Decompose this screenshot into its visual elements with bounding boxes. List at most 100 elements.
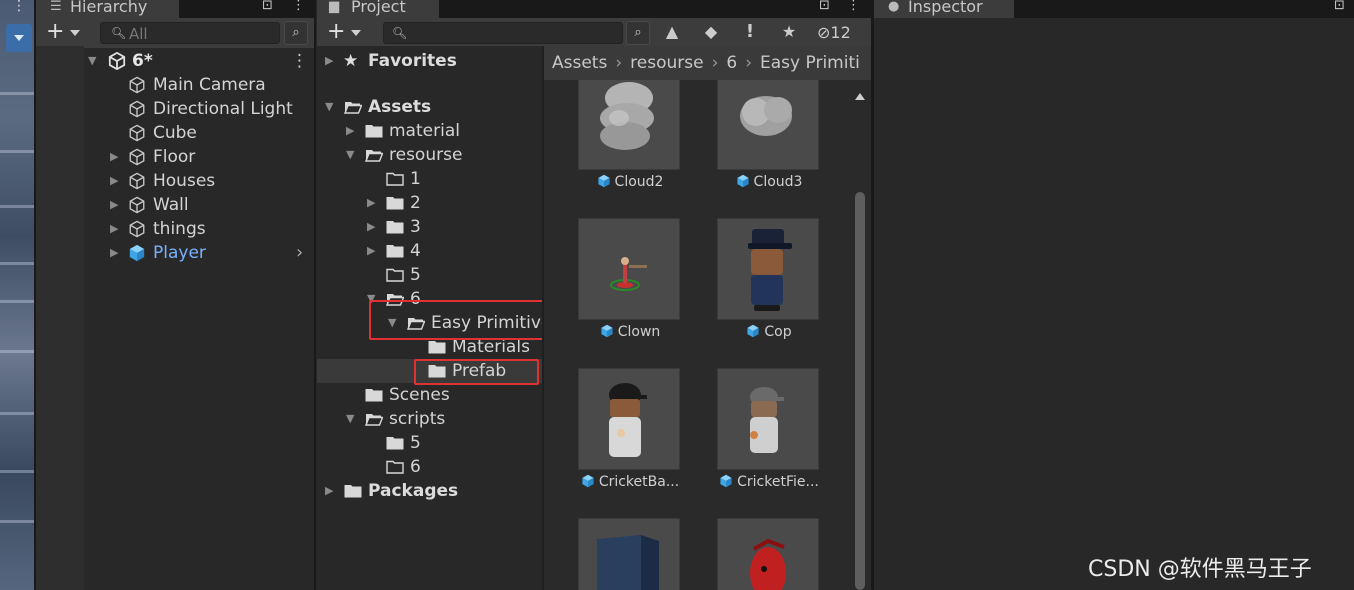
collapsed-triangle-icon[interactable]: ▶ xyxy=(110,217,118,241)
tree-item-scripts-5[interactable]: 5 xyxy=(317,431,542,455)
asset-tile-partial-1[interactable] xyxy=(568,518,688,590)
expanded-triangle-icon[interactable]: ▼ xyxy=(88,49,96,73)
project-scrollbar[interactable] xyxy=(852,80,868,590)
collapsed-triangle-icon[interactable]: ▶ xyxy=(110,241,118,265)
tree-item-favorites[interactable]: ▶ ★ Favorites xyxy=(317,49,542,73)
more-icon[interactable]: ⋮ xyxy=(292,0,305,12)
tree-item-resourse[interactable]: ▼ resourse xyxy=(317,143,542,167)
asset-tile-cop[interactable]: Cop xyxy=(707,218,827,358)
collapsed-triangle-icon[interactable]: ▶ xyxy=(325,479,333,503)
tag-icon[interactable]: ◆ xyxy=(699,21,723,45)
collapsed-triangle-icon[interactable]: ▶ xyxy=(367,239,375,263)
breadcrumb-item[interactable]: Assets xyxy=(552,53,607,73)
gameobject-cube-icon xyxy=(129,124,145,142)
asset-label: CricketFie... xyxy=(707,474,831,490)
add-icon[interactable]: + xyxy=(46,19,64,45)
tree-item-material[interactable]: ▶ material xyxy=(317,119,542,143)
asset-tile-partial-2[interactable] xyxy=(707,518,827,590)
hierarchy-item-things[interactable]: ▶ things xyxy=(36,217,314,241)
scroll-up-icon[interactable] xyxy=(855,88,865,100)
tree-item-label: material xyxy=(389,121,460,141)
search-scene-button[interactable]: ⌕ xyxy=(284,21,308,45)
star-icon[interactable]: ★ xyxy=(777,21,801,45)
lock-icon[interactable]: ⊡ xyxy=(1334,0,1345,12)
collapsed-triangle-icon[interactable]: ▶ xyxy=(110,145,118,169)
scrollbar-thumb[interactable] xyxy=(855,192,865,590)
chevron-down-icon[interactable] xyxy=(351,30,361,41)
breadcrumb-item[interactable]: 6 xyxy=(726,53,737,73)
hierarchy-item-floor[interactable]: ▶ Floor xyxy=(36,145,314,169)
tree-item-folder-1[interactable]: 1 xyxy=(317,167,542,191)
more-icon[interactable]: ⋮ xyxy=(847,0,860,12)
hierarchy-tab[interactable]: ☰ Hierarchy xyxy=(36,0,179,18)
more-icon[interactable]: ⋮ xyxy=(12,0,26,14)
project-panel: ▆ Project ⊡ ⋮ + 🔍︎ ⌕ ▲ ◆ ! ★ ⊘12 ▶ ★ Fav… xyxy=(317,0,871,590)
tree-item-label: Scenes xyxy=(389,385,450,405)
asset-thumbnail xyxy=(578,518,680,590)
asset-label: Cop xyxy=(707,324,831,340)
hidden-packages-toggle[interactable]: ⊘12 xyxy=(817,22,851,44)
filter-by-type-icon[interactable]: ▲ xyxy=(660,21,684,45)
asset-tile-cloud2[interactable]: Cloud2 xyxy=(568,80,688,210)
breadcrumb-item[interactable]: resourse xyxy=(630,53,703,73)
expanded-triangle-icon[interactable]: ▼ xyxy=(346,407,354,431)
asset-name: CricketFie... xyxy=(737,474,819,490)
hierarchy-item-label: Floor xyxy=(153,147,196,167)
add-icon[interactable]: + xyxy=(327,19,345,45)
tree-item-label: Favorites xyxy=(368,51,457,71)
cloud-preview-icon xyxy=(600,82,654,150)
tree-item-scripts-6[interactable]: 6 xyxy=(317,455,542,479)
chevron-right-icon[interactable]: › xyxy=(296,241,303,265)
collapsed-triangle-icon[interactable]: ▶ xyxy=(325,49,333,73)
asset-label: CricketBa... xyxy=(568,474,692,490)
tree-item-label: 5 xyxy=(410,265,421,285)
inspector-tabbar: ● Inspector ⊡ xyxy=(874,0,1354,18)
collapsed-triangle-icon[interactable]: ▶ xyxy=(110,169,118,193)
collapsed-triangle-icon[interactable]: ▶ xyxy=(367,191,375,215)
tree-item-scripts[interactable]: ▼ scripts xyxy=(317,407,542,431)
more-icon[interactable]: ⋮ xyxy=(291,49,308,73)
search-icon: 🔍︎ xyxy=(392,26,408,40)
tree-item-assets[interactable]: ▼ Assets xyxy=(317,95,542,119)
expanded-triangle-icon[interactable]: ▼ xyxy=(346,143,354,167)
asset-tile-clown[interactable]: Clown xyxy=(568,218,688,358)
tree-item-folder-4[interactable]: ▶ 4 xyxy=(317,239,542,263)
tree-item-scenes[interactable]: Scenes xyxy=(317,383,542,407)
hierarchy-item-directional-light[interactable]: Directional Light xyxy=(36,97,314,121)
hierarchy-item-player[interactable]: ▶ Player › xyxy=(36,241,314,265)
asset-thumbnail xyxy=(717,218,819,320)
asset-tile-cloud3[interactable]: Cloud3 xyxy=(707,80,827,210)
collapsed-triangle-icon[interactable]: ▶ xyxy=(346,119,354,143)
chevron-down-icon[interactable] xyxy=(70,30,80,41)
hierarchy-item-wall[interactable]: ▶ Wall xyxy=(36,193,314,217)
asset-tile-cricket-batsman[interactable]: CricketBa... xyxy=(568,368,688,508)
collapsed-triangle-icon[interactable]: ▶ xyxy=(367,215,375,239)
tree-item-folder-3[interactable]: ▶ 3 xyxy=(317,215,542,239)
expanded-triangle-icon[interactable]: ▼ xyxy=(325,95,333,119)
inspector-tab[interactable]: ● Inspector xyxy=(874,0,1014,18)
hierarchy-item-main-camera[interactable]: Main Camera xyxy=(36,73,314,97)
tree-item-packages[interactable]: ▶ Packages xyxy=(317,479,542,503)
breadcrumb-item[interactable]: Easy Primiti xyxy=(760,53,860,73)
tree-item-folder-5[interactable]: 5 xyxy=(317,263,542,287)
project-search-input[interactable]: 🔍︎ xyxy=(383,22,623,44)
annotation-box-prefab xyxy=(414,359,539,385)
folder-icon xyxy=(365,389,383,402)
collapsed-triangle-icon[interactable]: ▶ xyxy=(110,193,118,217)
tree-item-folder-2[interactable]: ▶ 2 xyxy=(317,191,542,215)
project-tab[interactable]: ▆ Project xyxy=(317,0,439,18)
search-scene-button[interactable]: ⌕ xyxy=(626,21,650,45)
lock-icon[interactable]: ⊡ xyxy=(819,0,830,12)
hierarchy-item-houses[interactable]: ▶ Houses xyxy=(36,169,314,193)
scene-dropdown-button[interactable] xyxy=(6,24,32,52)
asset-label: Clown xyxy=(568,324,692,340)
scene-row[interactable]: ▼ 6* ⋮ xyxy=(36,49,314,73)
hierarchy-tabbar: ☰ Hierarchy ⊡ ⋮ xyxy=(36,0,314,18)
lock-icon[interactable]: ⊡ xyxy=(262,0,273,12)
asset-tile-cricket-fielder[interactable]: CricketFie... xyxy=(707,368,827,508)
hierarchy-item-cube[interactable]: Cube xyxy=(36,121,314,145)
search-placeholder: All xyxy=(129,25,148,43)
warning-icon[interactable]: ! xyxy=(738,21,762,45)
hierarchy-search-input[interactable]: 🔍︎ All xyxy=(100,22,280,44)
asset-name: Clown xyxy=(617,324,661,340)
